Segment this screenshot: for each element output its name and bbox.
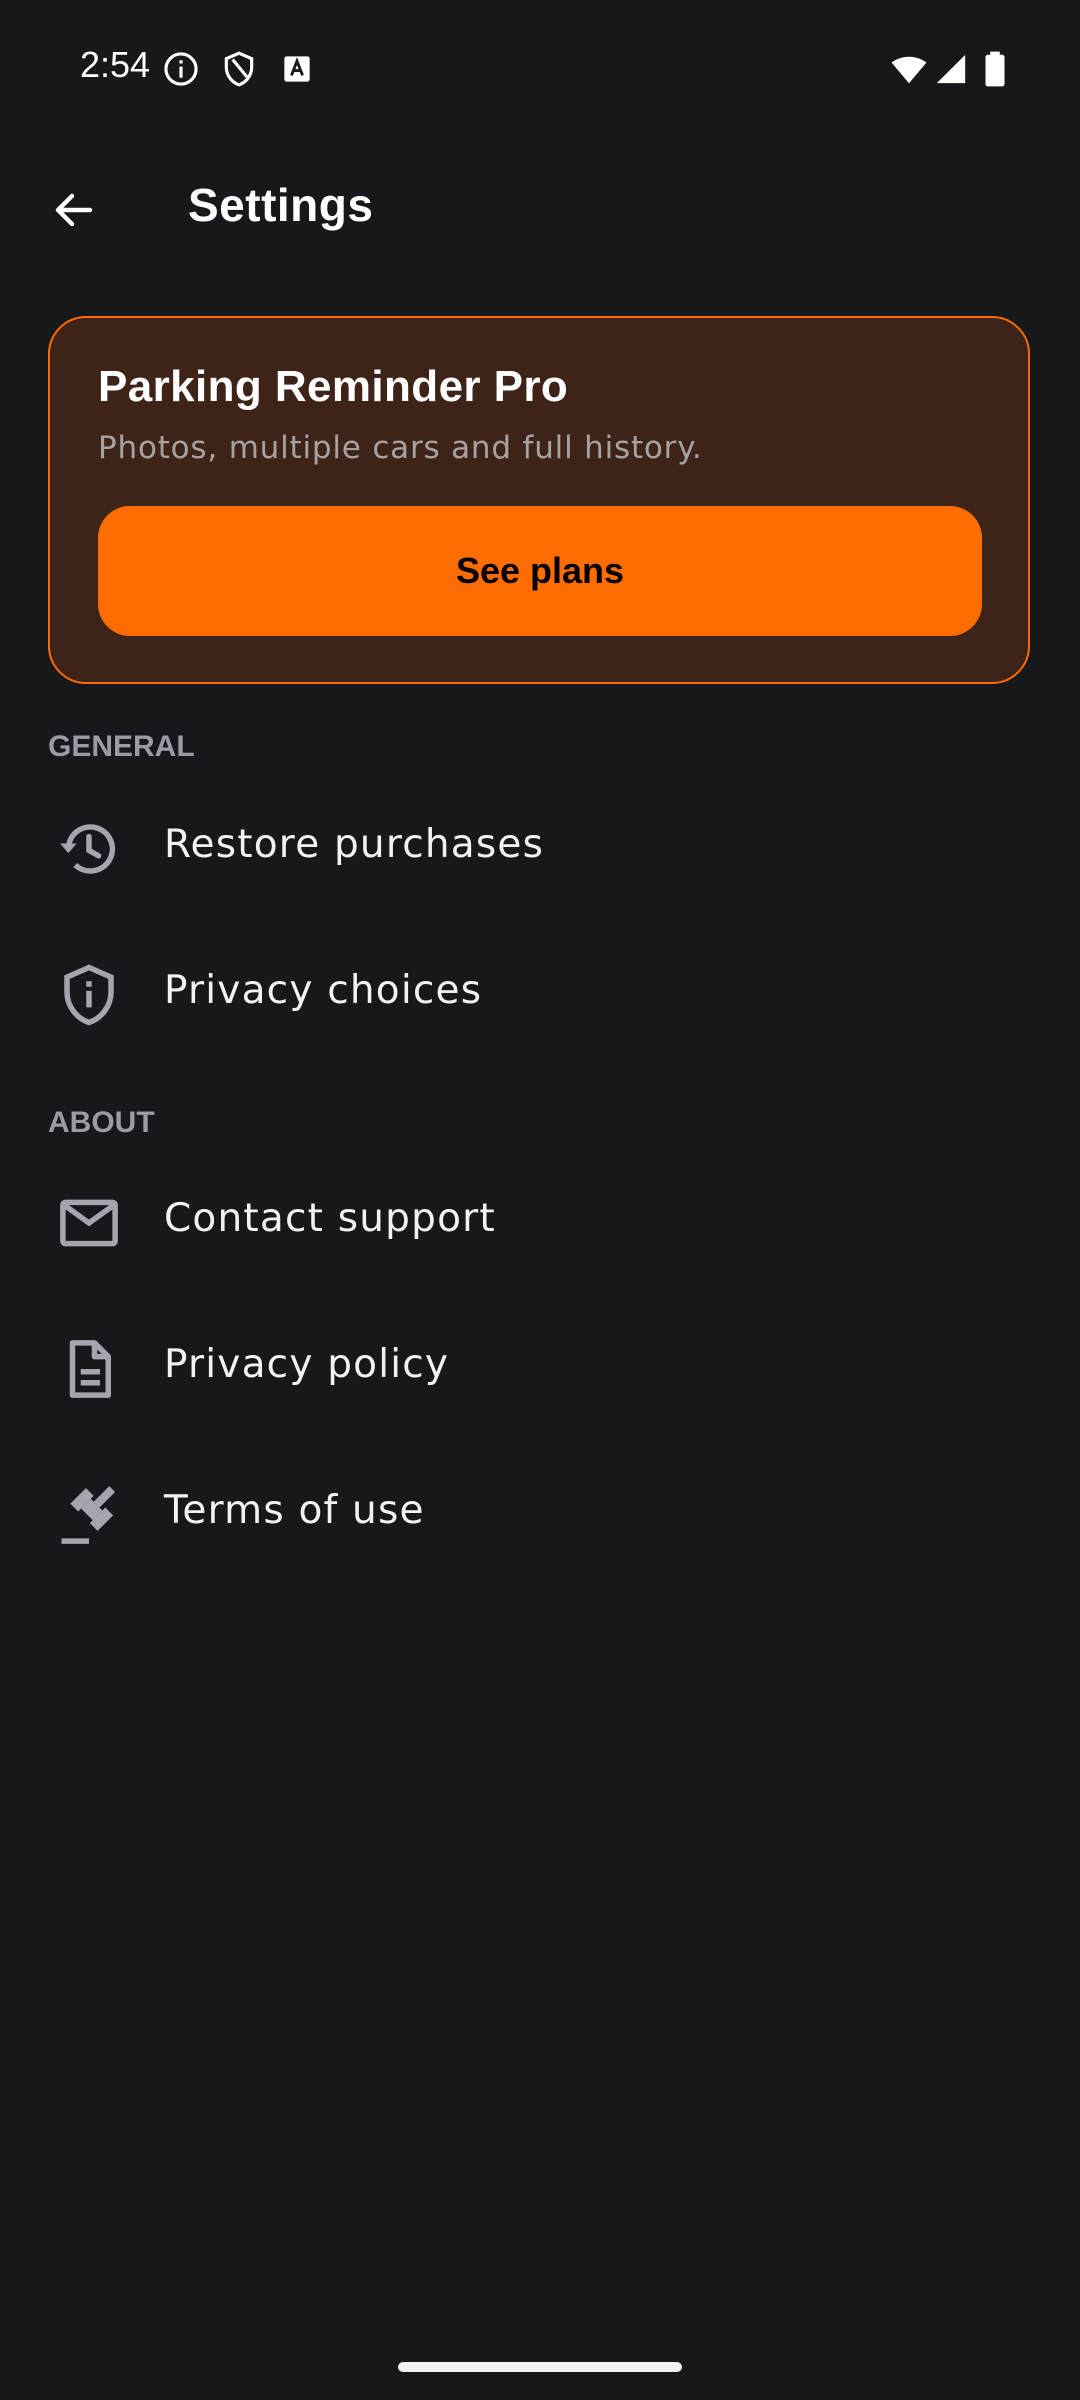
section-header-about: ABOUT: [48, 1106, 155, 1139]
restore-history-icon: [60, 824, 116, 874]
shield-icon: [224, 51, 254, 87]
page-title: Settings: [188, 179, 374, 231]
list-item-terms-of-use[interactable]: Terms of use: [0, 1442, 1080, 1582]
home-indicator[interactable]: [398, 2362, 682, 2372]
back-button[interactable]: [36, 172, 112, 248]
list-item-label: Privacy choices: [164, 968, 483, 1013]
list-item-label: Privacy policy: [164, 1342, 450, 1387]
list-item-label: Terms of use: [164, 1488, 425, 1533]
list-item-restore-purchases[interactable]: Restore purchases: [0, 776, 1080, 916]
pro-upgrade-card: Parking Reminder Pro Photos, multiple ca…: [48, 316, 1030, 684]
signal-icon: [936, 54, 966, 84]
list-item-privacy-policy[interactable]: Privacy policy: [0, 1296, 1080, 1436]
shield-info-icon: [64, 964, 114, 1026]
mail-icon: [60, 1199, 118, 1247]
pro-card-subtitle: Photos, multiple cars and full history.: [98, 430, 703, 466]
gavel-icon: [61, 1486, 116, 1544]
list-item-privacy-choices[interactable]: Privacy choices: [0, 922, 1080, 1062]
list-item-contact-support[interactable]: Contact support: [0, 1150, 1080, 1290]
list-item-label: Restore purchases: [164, 822, 545, 867]
top-app-bar: Settings: [0, 150, 1080, 270]
info-icon: [164, 52, 198, 86]
text-badge-icon: [284, 56, 310, 82]
battery-icon: [985, 51, 1005, 87]
wifi-icon: [891, 56, 927, 84]
arrow-left-icon: [55, 193, 93, 227]
status-time: 2:54: [80, 44, 151, 85]
list-item-label: Contact support: [164, 1196, 496, 1241]
see-plans-button[interactable]: See plans: [98, 506, 982, 636]
document-icon: [69, 1340, 111, 1398]
pro-card-title: Parking Reminder Pro: [98, 362, 569, 411]
status-bar: 2:54: [0, 0, 1080, 136]
section-header-general: GENERAL: [48, 730, 195, 763]
